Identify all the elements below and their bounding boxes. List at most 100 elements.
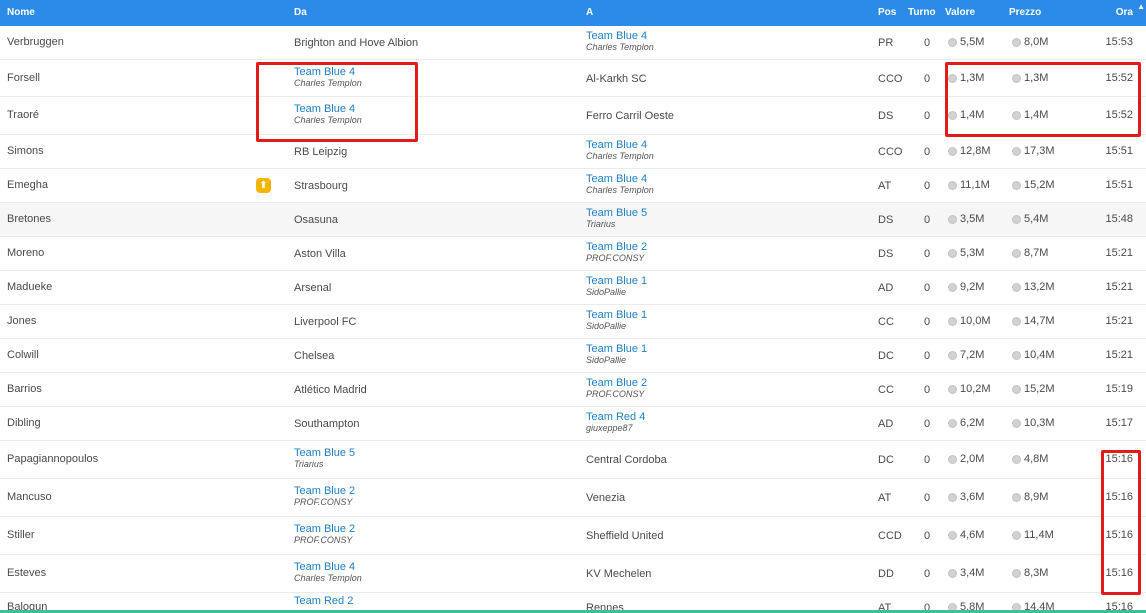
table-row[interactable]: Mancuso Team Blue 2 PROF.CONSY Venezia AT 0 3,…: [0, 479, 1146, 517]
player-name[interactable]: Simons: [7, 145, 44, 157]
to-team: Team Blue 4 Charles Templon: [586, 173, 654, 196]
coin-icon: [1012, 73, 1021, 83]
player-name[interactable]: Traoré: [7, 109, 39, 121]
coin-icon: [948, 110, 957, 120]
table-row[interactable]: Bretones Osasuna Team Blue 5 Triarius DS 0 3,5…: [0, 203, 1146, 237]
col-pos[interactable]: Pos: [878, 7, 896, 18]
turno-value: 0: [924, 214, 931, 226]
col-turno[interactable]: Turno: [908, 7, 936, 18]
table-row[interactable]: Verbruggen Brighton and Hove Albion Team B…: [0, 26, 1146, 60]
to-team-link[interactable]: Team Blue 1: [586, 343, 647, 355]
up-arrow-icon: ⬆: [256, 178, 271, 193]
player-name[interactable]: Stiller: [7, 529, 35, 541]
table-row[interactable]: Traoré Team Blue 4 Charles Templon Ferro Ca…: [0, 97, 1146, 135]
valore-value: 6,2M: [948, 417, 984, 429]
from-team-owner: Charles Templon: [294, 115, 362, 125]
table-row[interactable]: Moreno Aston Villa Team Blue 2 PROF.CONSY DS…: [0, 237, 1146, 271]
prezzo-value: 13,2M: [1012, 281, 1055, 293]
prezzo-value: 8,0M: [1012, 36, 1048, 48]
scroll-up-icon[interactable]: ▲: [1137, 2, 1145, 11]
from-team-link[interactable]: Team Blue 2: [294, 485, 355, 497]
table-row[interactable]: Papagiannopoulos Team Blue 5 Triarius Centr…: [0, 441, 1146, 479]
valore-amount: 1,4M: [960, 109, 985, 121]
table-row[interactable]: Madueke Arsenal Team Blue 1 SidoPallie AD 0 9,…: [0, 271, 1146, 305]
from-team-link[interactable]: Team Blue 4: [294, 103, 362, 115]
turno-value: 0: [924, 384, 931, 396]
player-name[interactable]: Moreno: [7, 247, 44, 259]
prezzo-value: 15,2M: [1012, 383, 1055, 395]
turno-value: 0: [924, 568, 931, 580]
player-name[interactable]: Esteves: [7, 567, 46, 579]
from-team-link[interactable]: Team Blue 4: [294, 561, 362, 573]
table-row[interactable]: Emegha ⬆ Strasbourg Team Blue 4 Charles Temp…: [0, 169, 1146, 203]
turno-value: 0: [924, 492, 931, 504]
to-team-link[interactable]: Team Blue 1: [586, 275, 647, 287]
player-name[interactable]: Colwill: [7, 349, 39, 361]
to-club: Sheffield United: [586, 530, 664, 542]
from-club: Osasuna: [294, 214, 339, 226]
from-team-link[interactable]: Team Red 2: [294, 595, 353, 607]
valore-amount: 10,0M: [960, 315, 991, 327]
coin-icon: [1012, 492, 1021, 502]
to-team-owner: SidoPallie: [586, 355, 627, 365]
from-club: Arsenal: [294, 282, 332, 294]
prezzo-amount: 1,3M: [1024, 72, 1049, 84]
player-name[interactable]: Emegha: [7, 179, 48, 191]
prezzo-value: 1,3M: [1012, 72, 1048, 84]
from-team: Team Blue 4 Charles Templon: [294, 103, 362, 126]
to-team-link[interactable]: Team Blue 1: [586, 309, 647, 321]
to-team-link[interactable]: Team Blue 2: [586, 241, 647, 253]
to-team-owner: PROF.CONSY: [586, 389, 645, 399]
prezzo-amount: 5,4M: [1024, 213, 1049, 225]
from-club: Southampton: [294, 418, 360, 430]
col-prezzo[interactable]: Prezzo: [1009, 7, 1041, 18]
col-nome[interactable]: Nome: [7, 7, 35, 18]
col-da[interactable]: Da: [294, 7, 307, 18]
to-team-link[interactable]: Team Blue 2: [586, 377, 647, 389]
to-team-link[interactable]: Team Blue 5: [586, 207, 647, 219]
to-team-owner: Charles Templon: [586, 185, 654, 195]
to-team-link[interactable]: Team Blue 4: [586, 173, 654, 185]
from-team-link[interactable]: Team Blue 4: [294, 66, 362, 78]
player-name[interactable]: Papagiannopoulos: [7, 453, 98, 465]
to-club: Central Cordoba: [586, 454, 667, 466]
table-row[interactable]: Forsell Team Blue 4 Charles Templon Al-Kark…: [0, 60, 1146, 97]
col-valore[interactable]: Valore: [945, 7, 975, 18]
player-name[interactable]: Madueke: [7, 281, 52, 293]
col-ora[interactable]: Ora: [1116, 7, 1133, 18]
to-team-link[interactable]: Team Red 4: [586, 411, 645, 423]
from-team-link[interactable]: Team Blue 5: [294, 447, 355, 459]
prezzo-value: 8,3M: [1012, 567, 1048, 579]
col-a[interactable]: A: [586, 7, 593, 18]
table-row[interactable]: Stiller Team Blue 2 PROF.CONSY Sheffield Un…: [0, 517, 1146, 555]
coin-icon: [948, 73, 957, 83]
to-team-owner: Charles Templon: [586, 42, 654, 52]
coin-icon: [948, 248, 957, 258]
prezzo-value: 10,4M: [1012, 349, 1055, 361]
player-name[interactable]: Forsell: [7, 72, 40, 84]
table-row[interactable]: Simons RB Leipzig Team Blue 4 Charles Templ…: [0, 135, 1146, 169]
table-row[interactable]: Esteves Team Blue 4 Charles Templon KV Mech…: [0, 555, 1146, 593]
player-name[interactable]: Verbruggen: [7, 36, 64, 48]
table-row[interactable]: Dibling Southampton Team Red 4 giuxeppe87 AD…: [0, 407, 1146, 441]
table-header: Nome Da A Pos Turno Valore Prezzo Ora ▲: [0, 0, 1146, 26]
table-row[interactable]: Colwill Chelsea Team Blue 1 SidoPallie DC 0 7,…: [0, 339, 1146, 373]
player-name[interactable]: Jones: [7, 315, 36, 327]
turno-value: 0: [924, 530, 931, 542]
time-value: 15:51: [1105, 179, 1133, 191]
player-name[interactable]: Dibling: [7, 417, 41, 429]
valore-amount: 12,8M: [960, 145, 991, 157]
table-row[interactable]: Barrios Atlético Madrid Team Blue 2 PROF.CO…: [0, 373, 1146, 407]
prezzo-amount: 10,4M: [1024, 349, 1055, 361]
to-team-link[interactable]: Team Blue 4: [586, 139, 654, 151]
to-team-link[interactable]: Team Blue 4: [586, 30, 654, 42]
coin-icon: [1012, 37, 1021, 47]
player-name[interactable]: Mancuso: [7, 491, 52, 503]
from-team-link[interactable]: Team Blue 2: [294, 523, 355, 535]
table-row[interactable]: Jones Liverpool FC Team Blue 1 SidoPallie CC…: [0, 305, 1146, 339]
valore-value: 5,3M: [948, 247, 984, 259]
player-name[interactable]: Barrios: [7, 383, 42, 395]
position: DC: [878, 350, 894, 362]
player-name[interactable]: Bretones: [7, 213, 51, 225]
from-club: Liverpool FC: [294, 316, 357, 328]
